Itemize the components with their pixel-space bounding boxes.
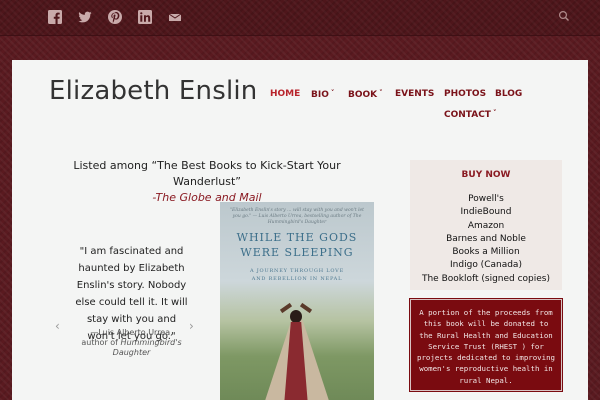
buy-now-box: BUY NOW Powell's IndieBound Amazon Barne… [410,160,562,290]
site-title[interactable]: Elizabeth Enslin [49,76,257,106]
email-icon[interactable] [168,10,182,24]
retailer-link-indiebound[interactable]: IndieBound [410,206,562,219]
nav-label-bio: BIO [311,90,329,100]
nav-item-contact[interactable]: CONTACT ˅ [444,109,496,120]
cover-subtitle: A JOURNEY THROUGH LOVE AND REBELLION IN … [226,267,368,283]
chevron-down-icon: ˅ [492,109,497,117]
press-headline: Listed among “The Best Books to Kick-Sta… [42,158,372,206]
nav-item-bio[interactable]: BIO ˅ [311,89,334,100]
testimonial-author-of: author of [81,338,118,347]
cover-subtitle-line1: A JOURNEY THROUGH LOVE [249,268,345,274]
retailer-list: Powell's IndieBound Amazon Barnes and No… [410,193,562,286]
nav-item-home[interactable]: HOME [270,89,300,99]
linkedin-icon[interactable] [138,10,152,24]
main-card: Elizabeth Enslin HOME BIO ˅ BOOK ˅ EVENTS … [12,60,588,400]
nav-label-home: HOME [270,89,301,99]
testimonial-attribution: —Luis Alberto Urrea, author of Hummingbi… [74,328,189,358]
nav-label-book: BOOK [348,90,378,100]
top-bar [0,0,600,36]
donation-notice: A portion of the proceeds from this book… [409,298,563,392]
cover-figure-head [290,310,302,323]
nav-label-photos: PHOTOS [444,89,487,99]
chevron-down-icon: ˅ [379,89,383,97]
retailer-link-amazon[interactable]: Amazon [410,220,562,233]
press-quote: Listed among “The Best Books to Kick-Sta… [73,159,341,188]
social-links [48,10,182,24]
buy-now-heading: BUY NOW [461,170,511,180]
cover-title-line2: WERE SLEEPING [240,246,354,259]
retailer-link-powells[interactable]: Powell's [410,193,562,206]
twitter-icon[interactable] [78,10,92,24]
book-cover[interactable]: "Elizabeth Enslin's story ... will stay … [220,202,374,400]
chevron-down-icon: ˅ [330,89,335,97]
cover-title: WHILE THE GODS WERE SLEEPING [226,230,368,260]
nav-label-contact: CONTACT [444,110,491,120]
retailer-link-indigo[interactable]: Indigo (Canada) [410,259,562,272]
nav-label-blog: BLOG [495,89,523,99]
retailer-link-books-a-million[interactable]: Books a Million [410,246,562,259]
cover-arm-right [299,302,313,314]
cover-title-line1: WHILE THE GODS [236,231,358,244]
search-icon[interactable] [558,10,570,22]
pinterest-icon[interactable] [108,10,122,24]
testimonial-book-title: Hummingbird's Daughter [112,338,182,357]
cover-arm-left [279,302,293,314]
main-nav: HOME BIO ˅ BOOK ˅ EVENTS PHOTOS BLOG CONTA… [270,89,560,129]
nav-item-photos[interactable]: PHOTOS [444,89,486,99]
cover-subtitle-line2: AND REBELLION IN NEPAL [251,276,343,282]
facebook-icon[interactable] [48,10,62,24]
carousel-prev-icon[interactable]: ‹ [55,319,60,333]
nav-item-blog[interactable]: BLOG [495,89,522,99]
nav-item-book[interactable]: BOOK ˅ [348,89,383,100]
carousel-next-icon[interactable]: › [189,319,194,333]
nav-item-events[interactable]: EVENTS [395,89,434,99]
nav-label-events: EVENTS [395,89,435,99]
retailer-link-bookloft[interactable]: The Bookloft (signed copies) [410,273,562,286]
cover-blurb: "Elizabeth Enslin's story ... will stay … [229,208,364,225]
testimonial-author: —Luis Alberto Urrea, [90,328,173,337]
retailer-link-barnes-noble[interactable]: Barnes and Noble [410,233,562,246]
